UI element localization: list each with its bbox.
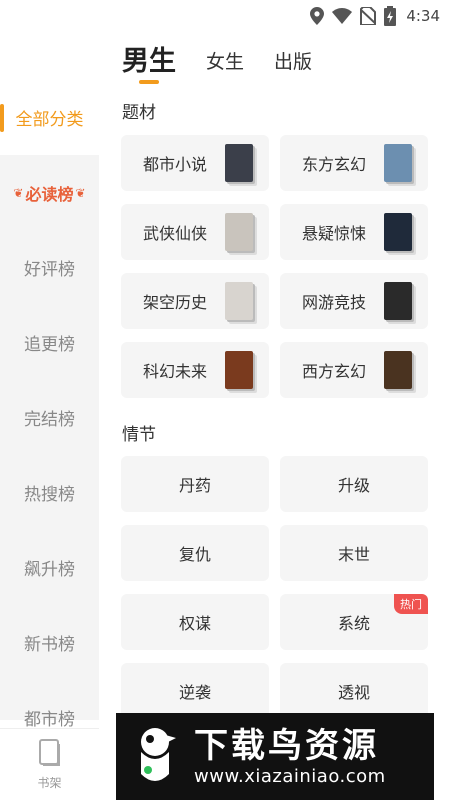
category-label: 悬疑惊悚 [302,224,367,243]
status-bar: 4:34 [0,0,450,32]
category-card-wuxia[interactable]: 武侠仙侠 [121,204,269,260]
category-card-western-fantasy[interactable]: 西方玄幻 [280,342,428,398]
category-card-urban[interactable]: 都市小说 [121,135,269,191]
category-label: 东方玄幻 [302,155,367,174]
category-card-alt-history[interactable]: 架空历史 [121,273,269,329]
sidebar-item-updating[interactable]: 追更榜 [0,305,99,380]
category-label: 网游竞技 [302,293,367,312]
watermark-url: www.xiazainiao.com [194,766,386,787]
tab-publish[interactable]: 出版 [274,47,312,80]
category-label: 科幻未来 [143,362,208,381]
category-card-gaming[interactable]: 网游竞技 [280,273,428,329]
bird-logo-icon [126,722,184,792]
plot-tag-xray[interactable]: 透视 [280,663,428,719]
watermark-text: 下载鸟资源 www.xiazainiao.com [194,726,386,787]
plot-tag-elixir[interactable]: 丹药 [121,456,269,512]
tab-female[interactable]: 女生 [206,47,244,80]
laurel-left-icon: ❦ [13,185,24,200]
book-cover-thumbnail [225,144,253,182]
book-cover-thumbnail [384,144,412,182]
plot-tag-label: 系统 [337,614,370,633]
category-card-scifi[interactable]: 科幻未来 [121,342,269,398]
laurel-right-icon: ❦ [75,185,86,200]
status-time: 4:34 [406,7,440,25]
book-cover-thumbnail [384,282,412,320]
bookshelf-label: 书架 [37,775,62,790]
bottom-nav-bookshelf[interactable]: 书架 [0,728,99,800]
plot-tag-revenge[interactable]: 复仇 [121,525,269,581]
plot-tag-scheming[interactable]: 权谋 [121,594,269,650]
sidebar-item-must-read[interactable]: ❦ 必读榜 ❦ [0,155,99,230]
category-card-eastern-fantasy[interactable]: 东方玄幻 [280,135,428,191]
plot-tag-system[interactable]: 系统 热门 [280,594,428,650]
sidebar-item-new-books[interactable]: 新书榜 [0,605,99,680]
no-sim-icon [360,7,377,25]
top-tabs: 男生 女生 出版 [122,36,342,84]
sidebar-item-label: 必读榜 [25,184,74,204]
book-cover-thumbnail [384,213,412,251]
battery-charging-icon [384,6,397,26]
plot-tag-comeback[interactable]: 逆袭 [121,663,269,719]
category-label: 都市小说 [143,155,208,174]
category-label: 武侠仙侠 [143,224,208,243]
category-label: 架空历史 [143,293,208,312]
book-cover-thumbnail [225,351,253,389]
plot-tag-apocalypse[interactable]: 末世 [280,525,428,581]
bookshelf-icon [37,738,63,770]
hot-badge: 热门 [394,594,428,614]
tab-male[interactable]: 男生 [122,39,176,84]
book-cover-thumbnail [225,213,253,251]
watermark-title: 下载鸟资源 [194,726,379,766]
wifi-icon [332,8,353,24]
sidebar-item-rising[interactable]: 飙升榜 [0,530,99,605]
location-icon [310,7,325,25]
sidebar-item-good-reviews[interactable]: 好评榜 [0,230,99,305]
category-label: 西方玄幻 [302,362,367,381]
section-title-plot: 情节 [122,425,156,445]
sidebar-item-completed[interactable]: 完结榜 [0,380,99,455]
sidebar-item-hot-search[interactable]: 热搜榜 [0,455,99,530]
section-title-theme: 题材 [122,103,156,123]
book-cover-thumbnail [384,351,412,389]
book-cover-thumbnail [225,282,253,320]
watermark-banner: 下载鸟资源 www.xiazainiao.com [116,713,434,800]
sidebar: 全部分类 ❦ 必读榜 ❦ 好评榜 追更榜 完结榜 热搜榜 飙升榜 新书榜 都市榜 [0,80,99,730]
category-card-suspense[interactable]: 悬疑惊悚 [280,204,428,260]
sidebar-item-all-categories[interactable]: 全部分类 [0,80,99,155]
plot-tag-level-up[interactable]: 升级 [280,456,428,512]
